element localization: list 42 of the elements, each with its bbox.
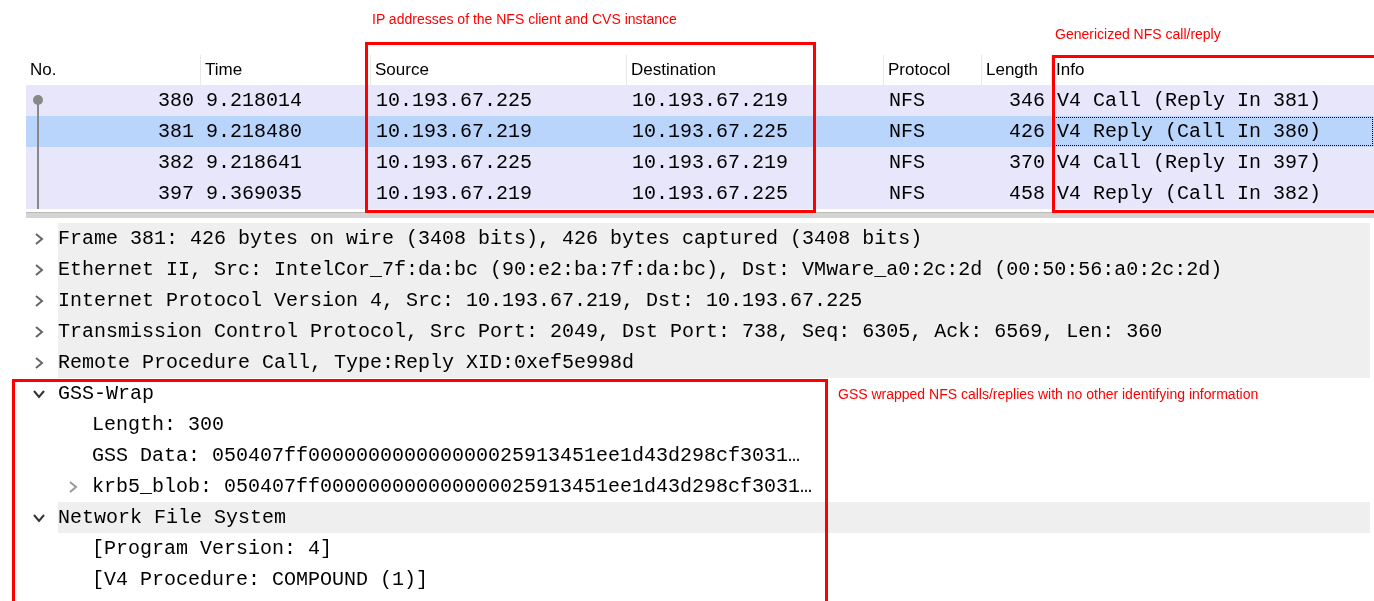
packet-row[interactable]: 381 9.218480 10.193.67.219 10.193.67.225 NFS 426 V4 Reply (Call In 380) — [26, 116, 1374, 147]
number-cell-text: 380 — [157, 88, 195, 114]
column-header[interactable]: No. — [26, 55, 200, 85]
destination-cell-text: 10.193.67.225 — [631, 119, 790, 145]
detail-line[interactable]: GSS-Wrap — [58, 378, 154, 409]
info-cell-text: V4 Reply (Call In 382) — [1056, 181, 1323, 207]
length-cell-text: 346 — [1008, 88, 1046, 114]
detail-line[interactable]: Length: 300 — [92, 409, 225, 440]
detail-line[interactable]: GSS Data: 050407ff000000000000000025913451ee1d43d298cf3031… — [92, 440, 801, 471]
protocol-cell-text: NFS — [888, 181, 926, 207]
info-cell-text: V4 Call (Reply In 397) — [1056, 150, 1323, 176]
protocol-cell-text: NFS — [888, 88, 926, 114]
detail-line[interactable]: [Program Version: 4] — [92, 533, 333, 564]
protocol-cell-text: NFS — [888, 119, 926, 145]
annotation-text: IP addresses of the NFS client and CVS instance — [372, 11, 677, 27]
packet-row[interactable]: 382 9.218641 10.193.67.225 10.193.67.219 NFS 370 V4 Call (Reply In 397) — [26, 147, 1374, 178]
packet-row[interactable]: 397 9.369035 10.193.67.219 10.193.67.225 NFS 458 V4 Reply (Call In 382) — [26, 178, 1374, 209]
time-cell-text: 9.369035 — [205, 181, 303, 207]
packet-row[interactable]: 380 9.218014 10.193.67.225 10.193.67.219 NFS 346 V4 Call (Reply In 381) — [26, 85, 1374, 116]
length-cell-text: 370 — [1008, 150, 1046, 176]
info-cell-text: V4 Call (Reply In 381) — [1056, 88, 1323, 114]
time-cell-text: 9.218480 — [205, 119, 303, 145]
number-cell-text: 381 — [157, 119, 195, 145]
source-cell-text: 10.193.67.225 — [375, 88, 534, 114]
annotation-text: Genericized NFS call/reply — [1055, 26, 1221, 42]
protocol-cell-text: NFS — [888, 150, 926, 176]
number-cell-text: 397 — [157, 181, 195, 207]
number-cell-text: 382 — [157, 150, 195, 176]
time-cell-text: 9.218014 — [205, 88, 303, 114]
source-cell-text: 10.193.67.219 — [375, 181, 534, 207]
destination-cell-text: 10.193.67.219 — [631, 150, 790, 176]
length-cell-text: 426 — [1008, 119, 1046, 145]
detail-line[interactable]: [V4 Procedure: COMPOUND (1)] — [92, 564, 429, 595]
detail-line[interactable]: krb5_blob: 050407ff000000000000000025913451ee1d43d298cf3031… — [92, 471, 813, 502]
destination-cell-text: 10.193.67.225 — [631, 181, 790, 207]
time-cell-text: 9.218641 — [205, 150, 303, 176]
destination-cell-text: 10.193.67.219 — [631, 88, 790, 114]
annotation-text: GSS wrapped NFS calls/replies with no other identifying information — [838, 386, 1259, 402]
info-cell: V4 Reply (Call In 380) — [1051, 116, 1374, 147]
source-cell-text: 10.193.67.225 — [375, 150, 534, 176]
source-cell-text: 10.193.67.219 — [375, 119, 534, 145]
length-cell-text: 458 — [1008, 181, 1046, 207]
